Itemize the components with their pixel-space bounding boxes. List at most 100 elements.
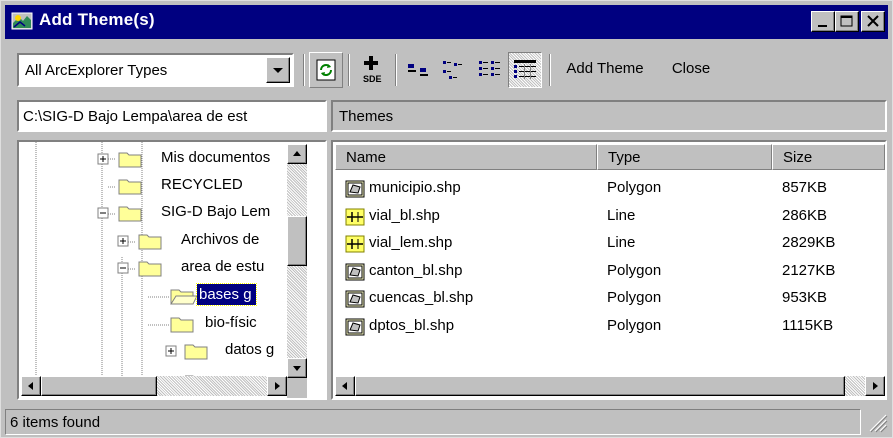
file-name: vial_bl.shp	[369, 206, 440, 224]
themes-list[interactable]: Name Type Size municipio.shp Polygon 857KB…	[331, 140, 887, 400]
file-type: Polygon	[607, 179, 662, 196]
scroll-down-button[interactable]	[287, 358, 307, 378]
expander-minus-icon	[97, 206, 142, 222]
tree-vertical-scrollbar[interactable]	[287, 144, 307, 378]
folder-icon	[118, 152, 142, 168]
expander-plus-icon	[97, 152, 142, 168]
column-header-type[interactable]: Type	[597, 144, 772, 170]
folder-icon	[170, 317, 194, 333]
resize-grip-icon[interactable]	[866, 411, 888, 433]
tree-item-label: area de estu	[181, 258, 265, 275]
status-text: 6 items found	[10, 414, 101, 431]
tree-item-label: datos g	[225, 341, 275, 358]
file-type: Polygon	[607, 261, 662, 279]
scroll-left-button[interactable]	[21, 376, 41, 396]
status-bar: 6 items found	[5, 409, 861, 435]
chevron-down-icon	[273, 68, 283, 73]
file-name: canton_bl.shp	[369, 261, 463, 279]
list-view-icon	[479, 61, 500, 76]
current-path: C:\SIG-D Bajo Lempa\area de est	[23, 108, 248, 125]
tree-horizontal-scrollbar[interactable]	[21, 376, 287, 396]
details-view-button[interactable]	[508, 52, 542, 88]
current-path-field: C:\SIG-D Bajo Lempa\area de est	[17, 100, 327, 132]
themes-header: Themes	[331, 100, 887, 132]
tree-item[interactable]: SIG-D Bajo Lem	[97, 201, 287, 225]
scroll-right-button[interactable]	[267, 376, 287, 396]
refresh-icon	[316, 59, 336, 81]
scroll-up-button[interactable]	[287, 144, 307, 164]
tree-item[interactable]: Archivos de	[117, 229, 287, 253]
file-size: 286KB	[782, 206, 828, 224]
scroll-left-button[interactable]	[335, 376, 355, 396]
list-horizontal-scrollbar[interactable]	[335, 376, 885, 396]
polygon-shapefile-icon	[345, 180, 365, 202]
tree-item[interactable]: Mis documentos	[97, 147, 287, 171]
folder-icon	[138, 261, 162, 277]
folder-tree[interactable]: Mis documentos RECYCLED SIG-D Bajo Lem A…	[17, 140, 327, 400]
polygon-shapefile-icon	[345, 263, 365, 285]
file-type: Polygon	[607, 316, 662, 334]
polygon-shapefile-icon	[345, 318, 365, 340]
toolbar-separator	[348, 54, 350, 86]
file-type: Line	[607, 234, 636, 251]
small-icons-view-button[interactable]	[437, 52, 471, 88]
file-size: 1115KB	[782, 316, 834, 334]
tree-item-label: SIG-D Bajo Lem	[161, 203, 271, 220]
title-bar[interactable]: Add Theme(s)	[5, 5, 888, 39]
expander-minus-icon	[117, 261, 162, 277]
file-size: 2829KB	[782, 234, 836, 251]
details-view-icon	[514, 60, 536, 79]
toolbar-separator	[303, 54, 305, 86]
add-theme-button[interactable]: Add Theme	[557, 52, 653, 88]
type-filter-select[interactable]: All ArcExplorer Types	[17, 53, 294, 87]
scroll-thumb[interactable]	[287, 216, 307, 266]
column-header-label: Name	[346, 149, 387, 166]
tree-item[interactable]: area de estu	[117, 256, 287, 280]
file-name: municipio.shp	[369, 179, 461, 196]
column-header-label: Type	[608, 149, 641, 166]
arrow-down-icon	[293, 366, 301, 371]
scroll-thumb[interactable]	[41, 376, 157, 396]
tree-item-selected[interactable]: bases g	[167, 283, 287, 308]
list-view-button[interactable]	[473, 52, 507, 88]
list-item[interactable]: canton_bl.shp Polygon 2127KB	[335, 260, 885, 284]
tree-item-label: Archivos de	[181, 231, 260, 248]
window-title: Add Theme(s)	[39, 10, 155, 29]
maximize-button[interactable]	[835, 11, 859, 32]
large-icons-view-icon	[408, 64, 428, 76]
scroll-right-button[interactable]	[865, 376, 885, 396]
list-item[interactable]: vial_bl.shp Line 286KB	[335, 205, 885, 229]
list-item[interactable]: municipio.shp Polygon 857KB	[335, 177, 885, 201]
polygon-shapefile-icon	[345, 290, 365, 312]
open-folder-icon	[170, 289, 198, 305]
list-item[interactable]: cuencas_bl.shp Polygon 953KB	[335, 287, 885, 311]
minimize-button[interactable]	[811, 11, 835, 32]
add-sde-layer-button[interactable]: SDE	[355, 52, 389, 88]
svg-text:SDE: SDE	[363, 74, 382, 84]
column-header-size[interactable]: Size	[772, 144, 885, 170]
close-button[interactable]	[861, 11, 885, 32]
large-icons-view-button[interactable]	[402, 52, 436, 88]
tree-item[interactable]: RECYCLED	[97, 174, 287, 198]
file-size: 2127KB	[782, 261, 836, 279]
list-item[interactable]: vial_lem.shp Line 2829KB	[335, 232, 885, 256]
line-shapefile-icon	[345, 208, 365, 230]
line-shapefile-icon	[345, 235, 365, 257]
close-dialog-button[interactable]: Close	[657, 52, 725, 88]
tree-item-label: bio-físic	[205, 314, 257, 331]
tree-item[interactable]: bio-físic	[167, 312, 287, 336]
column-header-name[interactable]: Name	[335, 144, 597, 170]
tree-item-label: Mis documentos	[161, 149, 271, 166]
small-icons-view-icon	[443, 61, 462, 79]
expander-plus-icon	[165, 344, 208, 360]
toolbar-separator	[395, 54, 397, 86]
arcexplorer-app-icon	[11, 11, 33, 31]
scroll-thumb[interactable]	[355, 376, 845, 396]
tree-item[interactable]: datos g	[165, 339, 287, 363]
folder-icon	[118, 206, 142, 222]
arrow-right-icon	[873, 382, 878, 390]
refresh-button[interactable]	[309, 52, 343, 88]
dropdown-button[interactable]	[266, 57, 290, 83]
close-icon	[867, 15, 879, 27]
list-item[interactable]: dptos_bl.shp Polygon 1115KB	[335, 315, 885, 339]
